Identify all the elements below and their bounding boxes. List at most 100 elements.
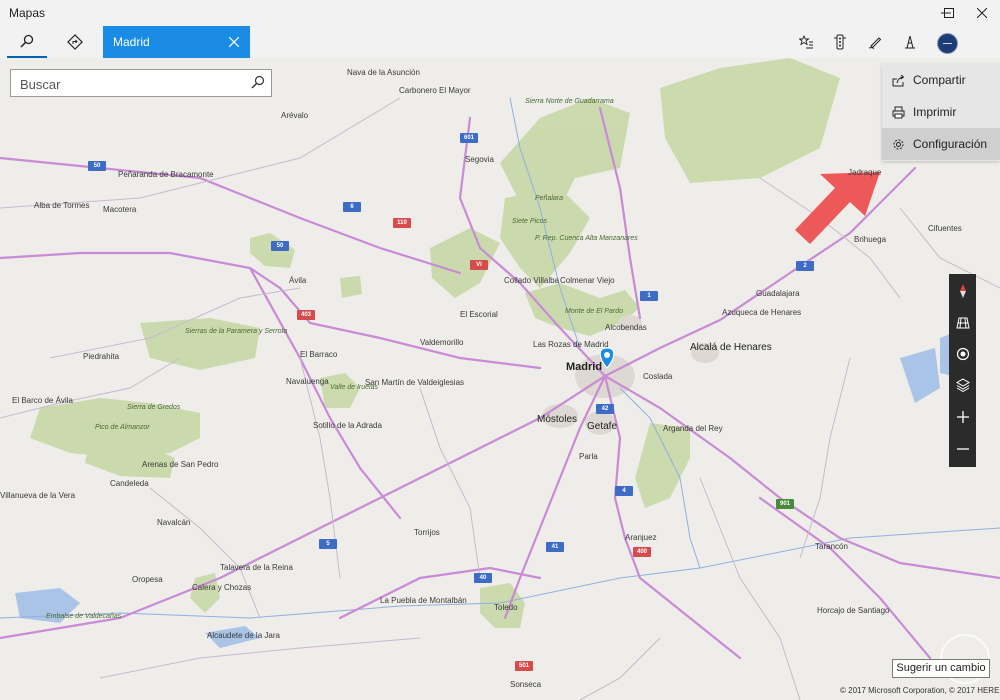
road-shield: 1 — [640, 291, 658, 301]
search-icon — [251, 75, 265, 89]
user-avatar[interactable] — [937, 33, 958, 54]
tab-madrid[interactable]: Madrid — [103, 26, 250, 58]
menu-item-print[interactable]: Imprimir — [882, 96, 1000, 128]
road-shield: 6 — [343, 202, 361, 212]
locate-button[interactable] — [949, 339, 976, 369]
road-shield: 901 — [776, 499, 794, 509]
city-label: Villanueva de la Vera — [0, 491, 76, 500]
close-window-button[interactable] — [964, 0, 1000, 26]
city-label: Alcaudete de la Jara — [207, 631, 280, 640]
title-bar: Mapas — [0, 0, 1000, 26]
menu-item-settings[interactable]: Configuración — [882, 128, 1000, 160]
city-label: El Barraco — [300, 350, 338, 359]
city-label: Aranjuez — [625, 533, 657, 542]
directions-icon — [67, 34, 83, 50]
search-submit-button[interactable] — [251, 75, 265, 92]
city-label: Toledo — [494, 603, 518, 612]
tilt-button[interactable] — [949, 308, 976, 338]
close-icon — [229, 37, 239, 47]
road-shield: 40 — [474, 573, 492, 583]
city-label: Guadalajara — [756, 289, 800, 298]
park-label: Sierra de Gredos — [127, 404, 181, 411]
copyright-text: © 2017 Microsoft Corporation, © 2017 HER… — [840, 686, 1000, 695]
road-shield: 41 — [546, 542, 564, 552]
city-label: Madrid — [566, 361, 603, 373]
city-label: Talavera de la Reina — [220, 563, 293, 572]
city-label: Macotera — [103, 205, 137, 214]
search-input[interactable] — [18, 74, 242, 94]
city-label: Nava de la Asunción — [347, 68, 420, 77]
tab-close-button[interactable] — [222, 30, 246, 54]
ink-button[interactable] — [855, 26, 895, 58]
gear-icon — [891, 137, 905, 151]
compass-button[interactable] — [949, 276, 976, 306]
city-label: Arévalo — [281, 111, 309, 120]
road-shield: 501 — [515, 661, 533, 671]
city-label: Coslada — [643, 372, 673, 381]
city-label: La Puebla de Montalbán — [380, 596, 467, 605]
city-label: Carbonero El Mayor — [399, 86, 471, 95]
city-label: Tarancón — [815, 542, 848, 551]
tilt-icon — [955, 317, 970, 329]
suggest-change-button[interactable]: Sugerir un cambio — [892, 659, 990, 678]
park-label: Siete Picos — [512, 218, 548, 225]
landmarks-icon — [905, 35, 915, 48]
road-shield: 42 — [596, 404, 614, 414]
city-label: Arenas de San Pedro — [142, 460, 219, 469]
search-tab-button[interactable] — [7, 26, 47, 58]
road-shield: 110 — [393, 218, 411, 228]
zoom-in-icon — [956, 411, 969, 423]
zoom-in-button[interactable] — [949, 402, 976, 432]
city-label: Jadraque — [848, 168, 882, 177]
city-label: Sotillo de la Adrada — [313, 421, 382, 430]
zoom-out-icon — [956, 448, 969, 450]
city-label: Navaluenga — [286, 377, 329, 386]
city-label: Móstoles — [537, 414, 578, 425]
city-label: Ávila — [289, 276, 307, 285]
city-label: Getafe — [587, 421, 618, 432]
menu-item-label: Configuración — [913, 137, 988, 151]
compass-icon — [959, 284, 966, 298]
map-canvas[interactable]: Madrid Alcobendas Coslada Móstoles Getaf… — [0, 58, 1000, 700]
print-icon — [891, 105, 905, 119]
park-label: P. Rep. Cuenca Alta Manzanares — [535, 235, 638, 242]
menu-item-share[interactable]: Compartir — [882, 64, 1000, 96]
city-label: Alcobendas — [605, 323, 647, 332]
road-shield: 2 — [796, 261, 814, 271]
layers-button[interactable] — [949, 370, 976, 400]
ink-pen-icon — [868, 37, 882, 49]
city-label: Piedrahita — [83, 352, 120, 361]
park-label: Embalse de Valdecañas — [46, 613, 122, 620]
road-shield: 5 — [319, 539, 337, 549]
road-shield: 4 — [615, 486, 633, 496]
road-shield: 50 — [271, 241, 289, 251]
city-label: Alcalá de Henares — [690, 342, 772, 353]
city-label: El Escorial — [460, 310, 498, 319]
traffic-button[interactable] — [820, 26, 860, 58]
city-label: Cifuentes — [928, 224, 962, 233]
share-icon — [891, 73, 905, 87]
road-shield: 400 — [633, 547, 651, 557]
maximize-button[interactable] — [931, 0, 967, 26]
city-label: Candeleda — [110, 479, 149, 488]
city-label: Arganda del Rey — [663, 424, 723, 433]
maximize-icon — [944, 8, 954, 18]
menu-item-label: Imprimir — [913, 105, 957, 119]
more-menu: Compartir Imprimir Configuración — [882, 64, 1000, 161]
search-box — [10, 69, 272, 97]
city-label: Colmenar Viejo — [560, 276, 615, 285]
directions-button[interactable] — [55, 26, 95, 58]
road-shield: 403 — [297, 310, 315, 320]
city-label: San Martín de Valdeiglesias — [365, 378, 465, 387]
zoom-out-button[interactable] — [949, 434, 976, 464]
city-label: Calera y Chozas — [192, 583, 252, 592]
city-label: Alba de Tormes — [34, 201, 90, 210]
city-label: Torrijos — [414, 528, 440, 537]
road-shield: 601 — [460, 133, 478, 143]
layers-icon — [955, 378, 970, 392]
close-icon — [977, 8, 987, 18]
city-label: Horcajo de Santiago — [817, 606, 890, 615]
landmarks-button[interactable] — [890, 26, 930, 58]
city-label: Valdemorillo — [420, 338, 464, 347]
park-label: Peñalara — [535, 195, 564, 202]
